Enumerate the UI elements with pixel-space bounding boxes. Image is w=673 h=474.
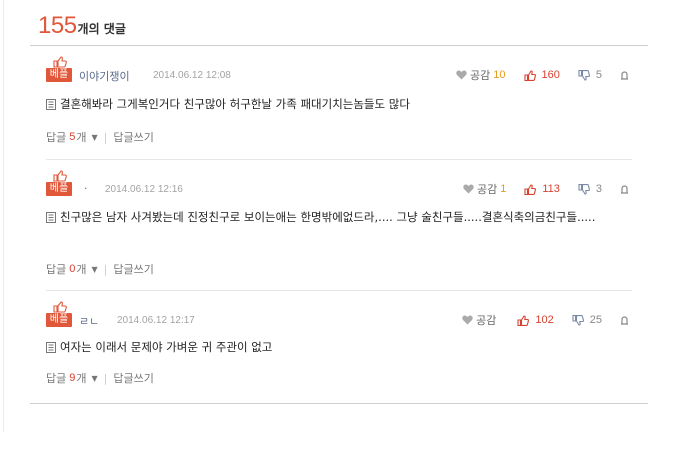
like-button[interactable]: 공감 1 (463, 181, 506, 197)
best-badge: 베플 (46, 313, 72, 327)
thumbs-up-icon (53, 170, 67, 182)
comment-list: 베플 이야기쟁이 2014.06.12 12:08 공감 10 160 5 결혼… (30, 45, 648, 404)
write-reply-link[interactable]: 답글쓰기 (113, 370, 153, 386)
replies-unit: 개 (76, 372, 87, 385)
comment-text: 결혼해봐라 그게복인거다 친구많아 허구한날 가족 패대기치는놈들도 많다 (60, 97, 410, 111)
author-name[interactable]: · (84, 182, 88, 195)
comment-item: 베플 이야기쟁이 2014.06.12 12:08 공감 10 160 5 결혼… (46, 56, 632, 156)
thumbs-up-icon (53, 301, 67, 313)
comment-footer: 답글 9 개 ▼ | 답글쓰기 (46, 370, 154, 386)
comment-text: 친구많은 남자 사겨봤는데 진정친구로 보이는애는 한명밖에없드라,.... 그… (60, 210, 596, 224)
comment-actions: 공감 10 160 5 (456, 68, 632, 82)
comment-divider (46, 159, 632, 160)
report-button[interactable] (620, 70, 632, 80)
replies-label: 답글 (46, 263, 67, 276)
separator: | (103, 371, 108, 385)
author-name[interactable]: 이야기쟁이 (79, 68, 130, 84)
heart-icon (456, 70, 467, 80)
like-button[interactable]: 공감 (462, 312, 499, 328)
chevron-down-icon: ▼ (91, 264, 98, 274)
write-reply-link[interactable]: 답글쓰기 (113, 261, 153, 277)
reply-toggle[interactable]: 답글 5 개 ▼ (46, 129, 98, 145)
report-icon (621, 316, 628, 325)
replies-label: 답글 (46, 131, 67, 144)
like-label: 공감 (476, 314, 497, 327)
document-icon (46, 99, 56, 110)
heart-icon (462, 315, 473, 325)
replies-unit: 개 (76, 263, 87, 276)
chevron-down-icon: ▼ (91, 132, 98, 142)
comment-count-label: 개의 댓글 (77, 22, 126, 36)
comment-body: 여자는 이래서 문제야 가벼운 귀 주관이 없고 (46, 338, 636, 356)
comment-actions: 공감 102 25 (462, 313, 632, 327)
downvote-button[interactable]: 5 (578, 69, 602, 81)
comment-date: 2014.06.12 12:08 (153, 70, 231, 81)
like-count: 10 (493, 69, 506, 81)
thumbs-up-icon (53, 56, 67, 68)
downvote-count: 5 (595, 69, 602, 81)
comment-date: 2014.06.12 12:16 (105, 184, 183, 195)
upvote-count: 102 (535, 314, 554, 326)
comment-date: 2014.06.12 12:17 (117, 315, 195, 326)
best-badge: 베플 (46, 182, 72, 196)
reply-toggle[interactable]: 답글 9 개 ▼ (46, 370, 98, 386)
comment-footer: 답글 0 개 ▼ | 답글쓰기 (46, 261, 154, 277)
comment-footer: 답글 5 개 ▼ | 답글쓰기 (46, 129, 154, 145)
replies-unit: 개 (76, 131, 87, 144)
comment-body: 친구많은 남자 사겨봤는데 진정친구로 보이는애는 한명밖에없드라,.... 그… (46, 208, 636, 226)
upvote-count: 160 (541, 69, 560, 81)
separator: | (103, 130, 108, 144)
comment-actions: 공감 1 113 3 (463, 182, 632, 196)
upvote-button[interactable]: 113 (524, 183, 560, 195)
upvote-count: 113 (542, 183, 560, 195)
upvote-icon (523, 69, 536, 81)
like-label: 공감 (476, 183, 498, 196)
author-name[interactable]: ㄹㄴ (79, 313, 99, 329)
report-button[interactable] (620, 315, 632, 325)
upvote-icon (517, 314, 530, 326)
comment-divider (46, 290, 632, 291)
separator: | (103, 262, 108, 276)
write-reply-link[interactable]: 답글쓰기 (113, 129, 153, 145)
report-icon (621, 71, 628, 80)
left-border (3, 0, 4, 432)
downvote-icon (578, 183, 590, 195)
upvote-button[interactable]: 160 (523, 69, 560, 81)
replies-label: 답글 (46, 372, 67, 385)
reply-count: 0 (69, 263, 76, 275)
upvote-button[interactable]: 102 (517, 314, 554, 326)
comment-body: 결혼해봐라 그게복인거다 친구많아 허구한날 가족 패대기치는놈들도 많다 (46, 95, 636, 113)
comment-item: 베플 · 2014.06.12 12:16 공감 1 113 3 친구많은 남자… (46, 170, 632, 280)
reply-count: 5 (69, 131, 76, 143)
comment-text: 여자는 이래서 문제야 가벼운 귀 주관이 없고 (60, 340, 273, 354)
like-count: 1 (500, 183, 507, 195)
downvote-icon (578, 69, 590, 81)
heart-icon (463, 184, 474, 194)
comment-count-header: 155 개의 댓글 (38, 12, 126, 40)
downvote-button[interactable]: 25 (572, 314, 602, 326)
comment-count: 155 (38, 12, 77, 39)
like-button[interactable]: 공감 10 (456, 67, 506, 83)
downvote-count: 3 (595, 183, 602, 195)
downvote-button[interactable]: 3 (578, 183, 602, 195)
reply-count: 9 (69, 372, 76, 384)
comment-item: 베플 ㄹㄴ 2014.06.12 12:17 공감 102 25 여자는 이래서… (46, 301, 632, 401)
document-icon (46, 212, 56, 223)
upvote-icon (524, 183, 537, 195)
chevron-down-icon: ▼ (91, 373, 98, 383)
document-icon (46, 342, 56, 353)
downvote-icon (572, 314, 584, 326)
like-label: 공감 (470, 69, 491, 82)
report-icon (621, 185, 628, 194)
reply-toggle[interactable]: 답글 0 개 ▼ (46, 261, 98, 277)
report-button[interactable] (620, 184, 632, 194)
best-badge: 베플 (46, 68, 72, 82)
downvote-count: 25 (589, 314, 602, 326)
